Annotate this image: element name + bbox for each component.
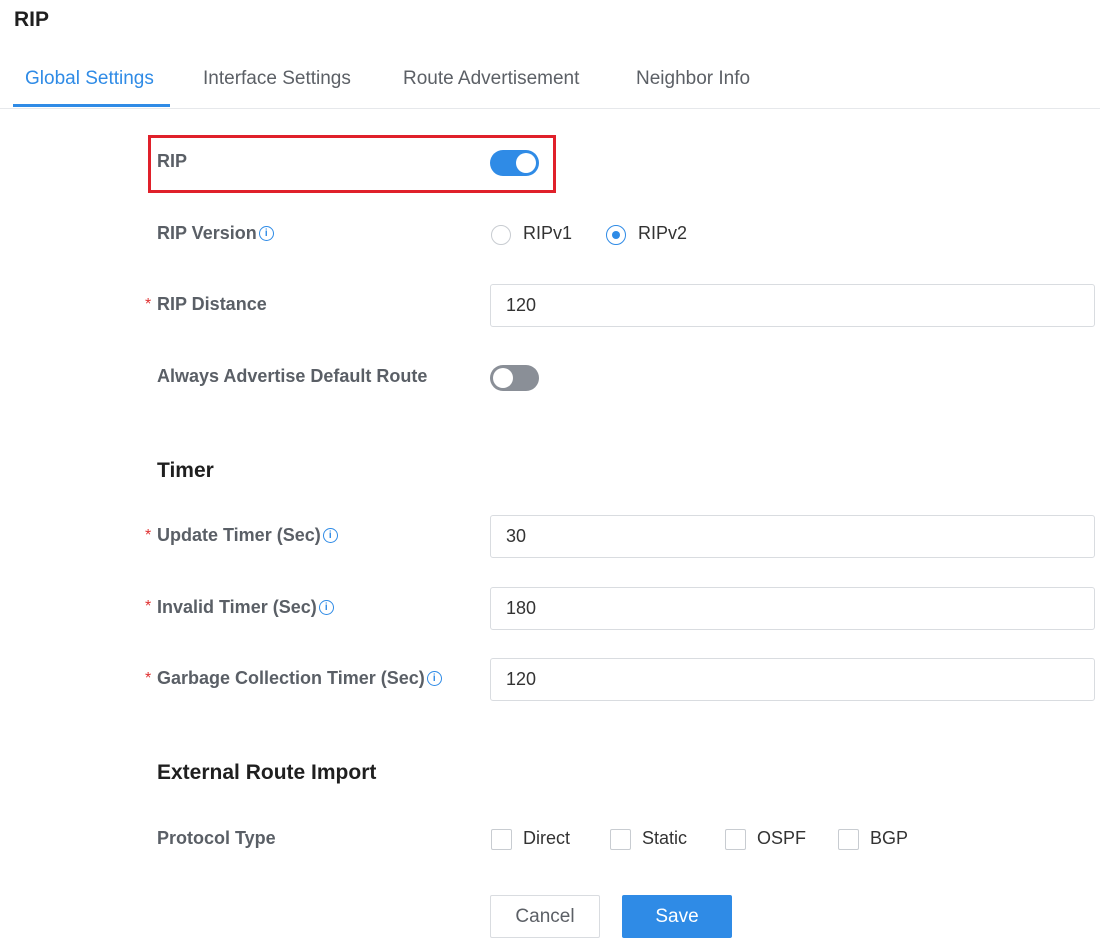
save-button[interactable]: Save: [622, 895, 732, 938]
radio-ripv2-label[interactable]: RIPv2: [638, 223, 687, 244]
garbage-timer-text: Garbage Collection Timer (Sec): [157, 668, 425, 688]
checkbox-static[interactable]: [610, 829, 631, 850]
always-advertise-toggle[interactable]: [490, 365, 539, 391]
tab-interface-settings[interactable]: Interface Settings: [203, 68, 351, 90]
required-asterisk: *: [145, 296, 152, 313]
timer-section-title: Timer: [157, 459, 214, 482]
active-tab-indicator: [13, 104, 170, 107]
info-icon[interactable]: i: [322, 528, 338, 543]
toggle-knob: [516, 153, 536, 173]
checkbox-ospf-label[interactable]: OSPF: [757, 828, 806, 849]
info-icon[interactable]: i: [258, 226, 274, 241]
always-advertise-label: Always Advertise Default Route: [157, 366, 428, 386]
checkbox-bgp[interactable]: [838, 829, 859, 850]
rip-toggle[interactable]: [490, 150, 539, 176]
garbage-timer-label: Garbage Collection Timer (Sec) i: [157, 668, 442, 689]
checkbox-ospf[interactable]: [725, 829, 746, 850]
invalid-timer-text: Invalid Timer (Sec): [157, 597, 317, 617]
radio-ripv2[interactable]: [606, 225, 626, 245]
tab-bar: Global Settings Interface Settings Route…: [0, 60, 1100, 109]
update-timer-input[interactable]: [490, 515, 1095, 558]
required-asterisk: *: [145, 670, 152, 687]
required-asterisk: *: [145, 598, 152, 615]
radio-ripv1-label[interactable]: RIPv1: [523, 223, 572, 244]
external-route-section-title: External Route Import: [157, 761, 377, 784]
required-asterisk: *: [145, 527, 152, 544]
protocol-type-label: Protocol Type: [157, 828, 276, 848]
checkbox-direct[interactable]: [491, 829, 512, 850]
info-icon[interactable]: i: [426, 671, 442, 686]
checkbox-static-label[interactable]: Static: [642, 828, 687, 849]
tab-neighbor-info[interactable]: Neighbor Info: [636, 68, 750, 90]
page-title: RIP: [14, 8, 50, 31]
garbage-timer-input[interactable]: [490, 658, 1095, 701]
rip-version-label: RIP Version i: [157, 223, 274, 244]
update-timer-text: Update Timer (Sec): [157, 525, 321, 545]
rip-version-text: RIP Version: [157, 223, 257, 243]
rip-label: RIP: [157, 151, 188, 171]
tab-global-settings[interactable]: Global Settings: [25, 68, 154, 90]
invalid-timer-input[interactable]: [490, 587, 1095, 630]
update-timer-label: Update Timer (Sec) i: [157, 525, 338, 546]
checkbox-bgp-label[interactable]: BGP: [870, 828, 908, 849]
cancel-button[interactable]: Cancel: [490, 895, 600, 938]
rip-distance-input[interactable]: [490, 284, 1095, 327]
invalid-timer-label: Invalid Timer (Sec) i: [157, 597, 334, 618]
tab-route-advertisement[interactable]: Route Advertisement: [403, 68, 579, 90]
radio-ripv1[interactable]: [491, 225, 511, 245]
rip-distance-label: RIP Distance: [157, 294, 267, 314]
toggle-knob: [493, 368, 513, 388]
checkbox-direct-label[interactable]: Direct: [523, 828, 570, 849]
info-icon[interactable]: i: [318, 600, 334, 615]
